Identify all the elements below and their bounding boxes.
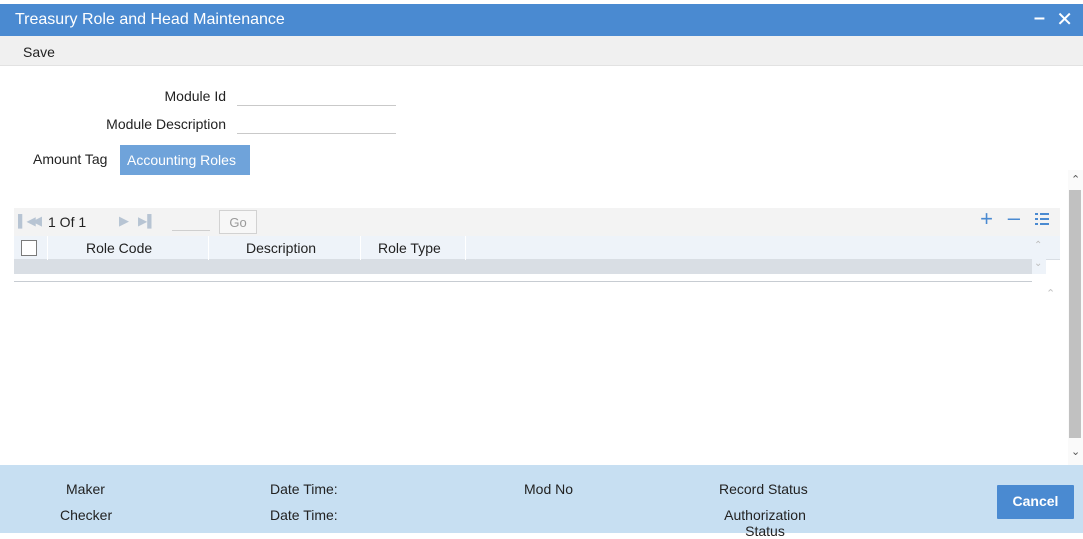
select-all-checkbox[interactable] [21, 240, 37, 256]
column-header-role-type[interactable]: Role Type [378, 240, 441, 256]
authorization-status-label: Authorization Status [724, 507, 806, 539]
page-info: 1 Of 1 [48, 214, 87, 230]
grid-header-scrollbar[interactable]: ⌃ ⌄ [1032, 236, 1046, 274]
grid-divider [14, 281, 1032, 282]
column-list-icon[interactable] [1035, 212, 1049, 226]
maker-label: Maker [66, 481, 105, 497]
module-description-label: Module Description [106, 116, 226, 132]
column-header-description[interactable]: Description [246, 240, 316, 256]
record-status-label: Record Status [719, 481, 808, 497]
chevron-up-icon[interactable]: ⌃ [1046, 287, 1055, 300]
chevron-down-icon[interactable]: ⌄ [1071, 445, 1080, 458]
module-id-label: Module Id [164, 88, 226, 104]
maker-date-time-label: Date Time: [270, 481, 338, 497]
cancel-button[interactable]: Cancel [997, 485, 1074, 519]
add-row-icon[interactable]: + [980, 206, 993, 232]
module-description-input[interactable] [237, 133, 396, 134]
grid-body-scrollbar[interactable]: ⌃ [1043, 285, 1059, 465]
mod-no-label: Mod No [524, 481, 574, 497]
page-number-input[interactable] [172, 230, 210, 231]
chevron-up-icon[interactable]: ⌃ [1034, 240, 1042, 251]
delete-row-icon[interactable]: – [1008, 205, 1020, 231]
scrollbar-thumb[interactable] [1069, 190, 1081, 438]
save-menu-item[interactable]: Save [23, 44, 55, 60]
menu-bar: Save [0, 36, 1083, 66]
chevron-down-icon[interactable]: ⌄ [1034, 258, 1042, 269]
grid-empty-row [14, 260, 1032, 274]
module-id-input[interactable] [237, 105, 396, 106]
checker-label: Checker [60, 507, 113, 523]
grid-header: Role Code Description Role Type [14, 236, 1060, 260]
tab-accounting-roles[interactable]: Accounting Roles [120, 145, 250, 175]
grid-toolbar: ▌◀ ◀ 1 Of 1 ▶ ▶▌ Go + – [14, 205, 1060, 236]
window-titlebar: Treasury Role and Head Maintenance – ✕ [0, 4, 1083, 36]
minimize-icon[interactable]: – [1034, 7, 1045, 30]
tab-amount-tag[interactable]: Amount Tag [33, 151, 107, 167]
checker-date-time-label: Date Time: [270, 507, 338, 523]
page-scrollbar[interactable]: ⌃ ⌄ [1068, 170, 1083, 465]
last-page-icon[interactable]: ▶▌ [138, 214, 156, 228]
go-button[interactable]: Go [219, 210, 257, 234]
next-page-icon[interactable]: ▶ [119, 213, 129, 229]
close-icon[interactable]: ✕ [1056, 7, 1073, 32]
audit-footer: Maker Checker Date Time: Date Time: Mod … [0, 465, 1083, 539]
prev-page-icon[interactable]: ◀ [32, 213, 42, 229]
chevron-up-icon[interactable]: ⌃ [1071, 173, 1080, 186]
column-header-role-code[interactable]: Role Code [86, 240, 152, 256]
window-title: Treasury Role and Head Maintenance [15, 11, 285, 28]
